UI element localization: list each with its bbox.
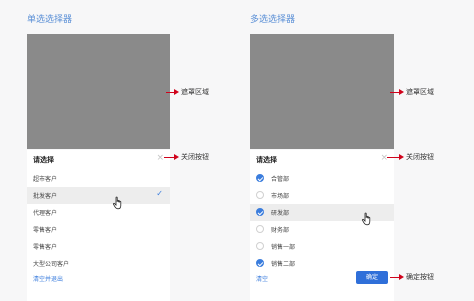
option-label: 大型公司客户: [33, 261, 70, 268]
annotation-text: 遮罩区域: [181, 88, 209, 96]
checkmark-icon: ✓: [156, 189, 163, 198]
single-option-row[interactable]: 大型公司客户: [27, 255, 170, 272]
checkbox-unchecked-icon[interactable]: [256, 242, 264, 250]
option-label: 代理客户: [33, 210, 58, 217]
option-label: 零售客户: [33, 227, 58, 234]
single-select-sheet: 请选择 × 超市客户 批发客户 ✓ 代理客户 零售客户 零售客户 大型公司客户 清空并退出: [27, 150, 170, 301]
option-label: 超市客户: [33, 176, 58, 183]
checkbox-checked-icon[interactable]: [256, 259, 264, 267]
multi-sheet-header: 请选择 ×: [250, 150, 394, 170]
clear-link[interactable]: 清空: [256, 274, 268, 283]
multi-option-row[interactable]: 销售二部: [250, 255, 394, 272]
multi-option-row[interactable]: 合管部: [250, 170, 394, 187]
single-section-title: 单选选择器: [27, 15, 73, 25]
annotation-text: 关闭按钮: [181, 153, 209, 161]
confirm-button[interactable]: 确定: [356, 271, 388, 284]
single-sheet-title: 请选择: [33, 156, 54, 164]
annotation-text: 关闭按钮: [406, 153, 434, 161]
multi-option-row[interactable]: 市场部: [250, 187, 394, 204]
checkbox-unchecked-icon[interactable]: [256, 225, 264, 233]
checkbox-checked-icon[interactable]: [256, 208, 264, 216]
option-label: 市场部: [271, 193, 290, 200]
option-label: 财务部: [271, 227, 290, 234]
annotation-text: 遮罩区域: [406, 88, 434, 96]
clear-and-exit-link[interactable]: 清空并退出: [33, 274, 63, 283]
single-option-row[interactable]: 零售客户: [27, 221, 170, 238]
single-option-row[interactable]: 批发客户 ✓: [27, 187, 170, 204]
close-icon[interactable]: ×: [380, 153, 388, 164]
close-icon[interactable]: ×: [156, 153, 164, 164]
option-label: 销售一部: [271, 244, 296, 251]
option-label: 零售客户: [33, 244, 58, 251]
single-option-row[interactable]: 代理客户: [27, 204, 170, 221]
single-option-row[interactable]: 超市客户: [27, 170, 170, 187]
checkbox-checked-icon[interactable]: [256, 174, 264, 182]
hand-cursor-icon: [362, 212, 371, 226]
option-label: 研发部: [271, 210, 290, 217]
checkbox-unchecked-icon[interactable]: [256, 191, 264, 199]
annotation-text: 确定按钮: [406, 273, 434, 281]
option-label: 合管部: [271, 176, 290, 183]
multi-option-row[interactable]: 销售一部: [250, 238, 394, 255]
multi-section-title: 多选选择器: [250, 15, 296, 25]
single-option-row[interactable]: 零售客户: [27, 238, 170, 255]
option-label: 销售二部: [271, 261, 296, 268]
hand-cursor-icon: [113, 196, 122, 210]
single-mask-area[interactable]: [27, 34, 170, 149]
multi-sheet-title: 请选择: [256, 156, 277, 164]
single-sheet-header: 请选择 ×: [27, 150, 170, 170]
option-label: 批发客户: [33, 193, 58, 200]
multi-mask-area[interactable]: [250, 34, 394, 149]
